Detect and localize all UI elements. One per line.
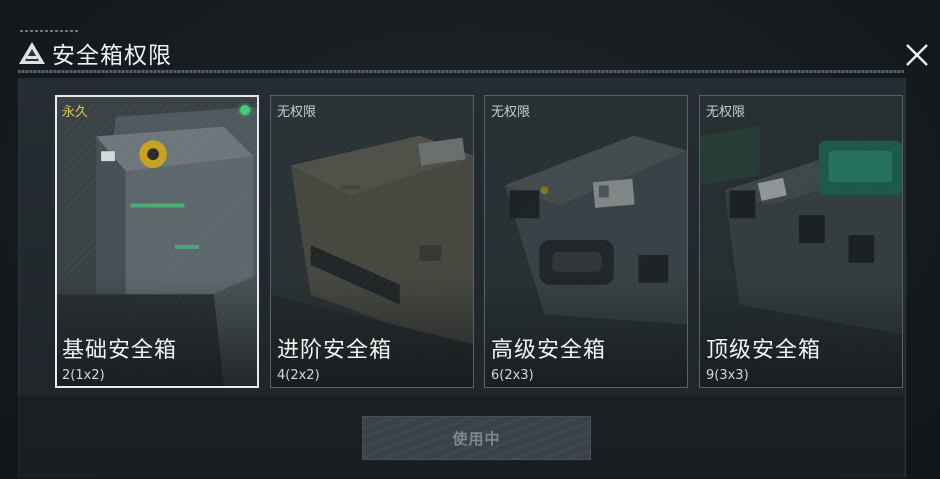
safe-card-premium[interactable]: 无权限 高级安全箱 6(2x3) bbox=[484, 95, 688, 388]
card-name: 基础安全箱 bbox=[62, 338, 178, 363]
header-decoration bbox=[20, 30, 80, 32]
card-status: 无权限 bbox=[706, 105, 746, 120]
card-capacity: 2(1x2) bbox=[62, 368, 105, 383]
card-name: 高级安全箱 bbox=[491, 338, 607, 363]
header-divider bbox=[18, 70, 904, 73]
active-indicator-icon bbox=[240, 105, 250, 115]
header: 安全箱权限 bbox=[0, 0, 940, 78]
safe-card-advanced[interactable]: 无权限 进阶安全箱 4(2x2) bbox=[270, 95, 474, 388]
safe-card-basic[interactable]: 永久 基础安全箱 2(1x2) bbox=[55, 95, 259, 388]
in-use-button-label: 使用中 bbox=[452, 429, 501, 448]
in-use-button[interactable]: 使用中 bbox=[362, 416, 591, 460]
close-icon[interactable] bbox=[902, 40, 932, 70]
card-name: 顶级安全箱 bbox=[706, 338, 822, 363]
card-status: 无权限 bbox=[277, 105, 317, 120]
card-name: 进阶安全箱 bbox=[277, 338, 393, 363]
title-group: 安全箱权限 bbox=[18, 36, 172, 70]
safe-card-top[interactable]: 无权限 顶级安全箱 9(3x3) bbox=[699, 95, 903, 388]
page-title: 安全箱权限 bbox=[52, 43, 172, 69]
card-capacity: 4(2x2) bbox=[277, 368, 320, 383]
card-capacity: 9(3x3) bbox=[706, 368, 749, 383]
triangle-logo-icon bbox=[19, 42, 45, 64]
card-capacity: 6(2x3) bbox=[491, 368, 534, 383]
card-status: 无权限 bbox=[491, 105, 531, 120]
card-status: 永久 bbox=[62, 105, 89, 120]
